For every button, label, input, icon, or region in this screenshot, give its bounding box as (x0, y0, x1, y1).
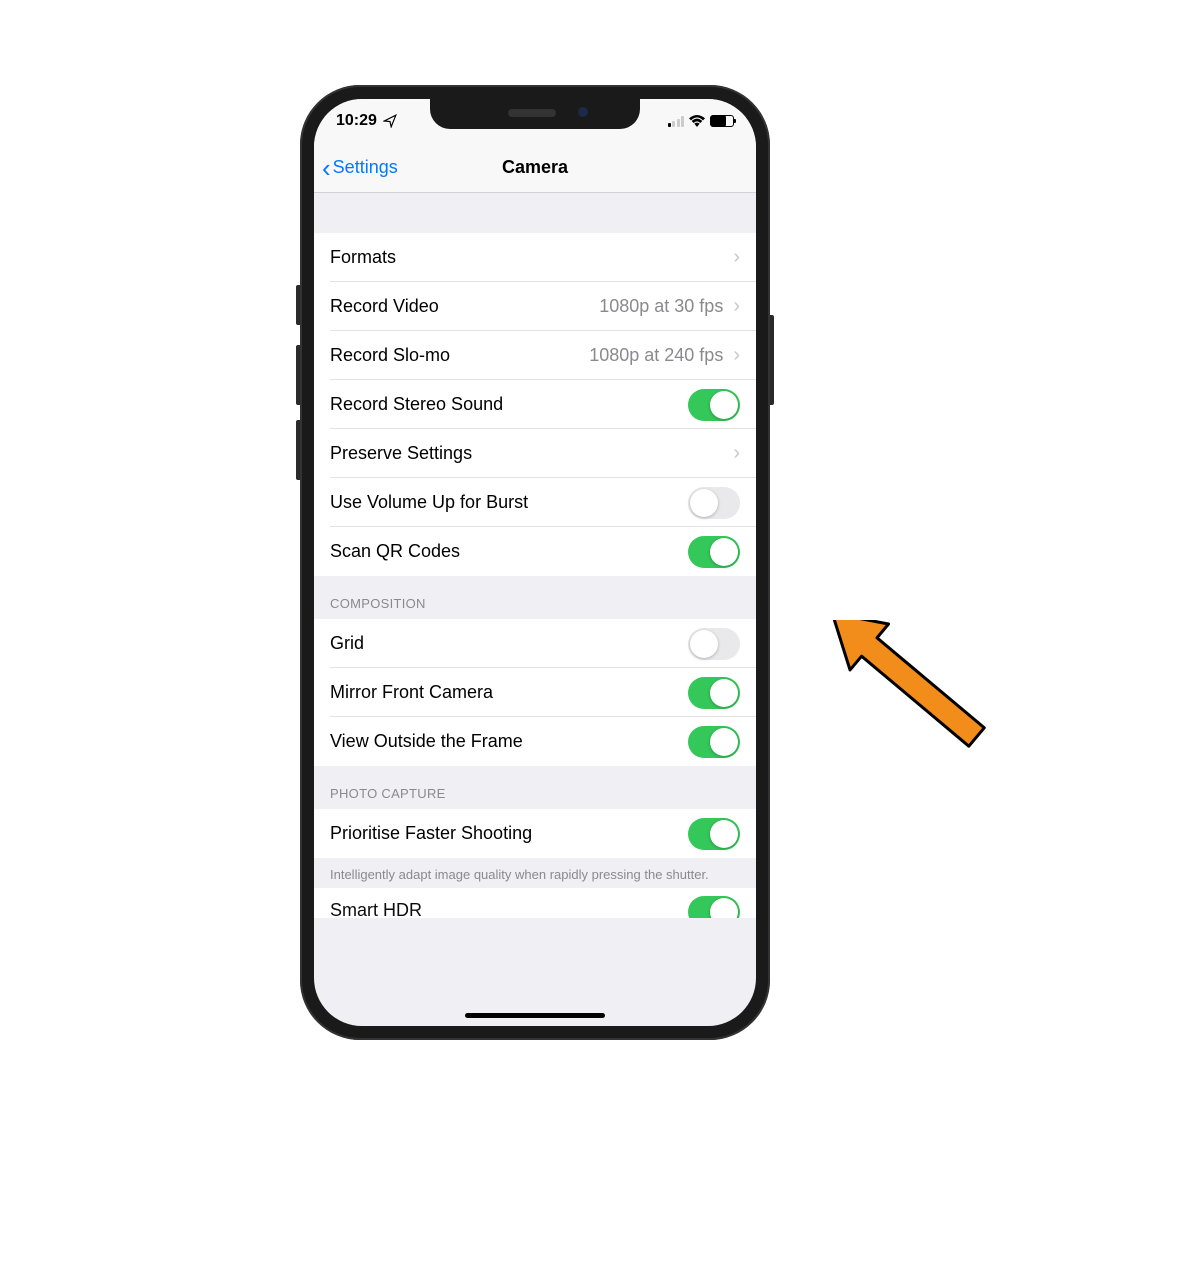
row-label: Prioritise Faster Shooting (330, 823, 688, 844)
chevron-right-icon: › (733, 442, 740, 465)
row-stereo-sound: Record Stereo Sound (314, 380, 756, 429)
toggle-volume-burst[interactable] (688, 487, 740, 519)
wifi-icon (689, 115, 705, 127)
row-label: Mirror Front Camera (330, 682, 688, 703)
toggle-scan-qr[interactable] (688, 536, 740, 568)
row-record-slomo[interactable]: Record Slo-mo 1080p at 240 fps › (314, 331, 756, 380)
row-label: View Outside the Frame (330, 731, 688, 752)
row-smart-hdr: Smart HDR (314, 888, 756, 918)
row-label: Formats (330, 247, 733, 268)
row-view-outside-frame: View Outside the Frame (314, 717, 756, 766)
row-grid: Grid (314, 619, 756, 668)
section-header-photo-capture: PHOTO CAPTURE (314, 766, 756, 809)
chevron-right-icon: › (733, 344, 740, 367)
toggle-grid[interactable] (688, 628, 740, 660)
phone-device-frame: 10:29 ‹ Settings Camera (300, 85, 770, 1040)
settings-content[interactable]: Formats › Record Video 1080p at 30 fps ›… (314, 193, 756, 1026)
device-screen: 10:29 ‹ Settings Camera (314, 99, 756, 1026)
row-volume-burst: Use Volume Up for Burst (314, 478, 756, 527)
chevron-left-icon: ‹ (322, 155, 331, 181)
row-mirror-front-camera: Mirror Front Camera (314, 668, 756, 717)
row-scan-qr: Scan QR Codes (314, 527, 756, 576)
location-icon (383, 114, 397, 128)
chevron-right-icon: › (733, 246, 740, 269)
row-label: Use Volume Up for Burst (330, 492, 688, 513)
row-value: 1080p at 30 fps (599, 296, 723, 317)
status-time: 10:29 (336, 112, 377, 130)
annotation-arrow-icon (790, 620, 1020, 760)
device-notch (430, 99, 640, 129)
row-label: Record Video (330, 296, 599, 317)
row-label: Scan QR Codes (330, 541, 688, 562)
row-prioritise-faster: Prioritise Faster Shooting (314, 809, 756, 858)
row-formats[interactable]: Formats › (314, 233, 756, 282)
row-preserve-settings[interactable]: Preserve Settings › (314, 429, 756, 478)
toggle-mirror-front-camera[interactable] (688, 677, 740, 709)
section-header-composition: COMPOSITION (314, 576, 756, 619)
cellular-icon (668, 116, 685, 127)
row-value: 1080p at 240 fps (589, 345, 723, 366)
back-button[interactable]: ‹ Settings (322, 155, 398, 181)
page-title: Camera (502, 157, 568, 178)
toggle-stereo-sound[interactable] (688, 389, 740, 421)
back-label: Settings (333, 157, 398, 178)
toggle-view-outside-frame[interactable] (688, 726, 740, 758)
chevron-right-icon: › (733, 295, 740, 318)
nav-bar: ‹ Settings Camera (314, 143, 756, 193)
row-label: Record Stereo Sound (330, 394, 688, 415)
battery-icon (710, 115, 734, 127)
row-label: Smart HDR (330, 900, 688, 918)
row-label: Grid (330, 633, 688, 654)
section-footer: Intelligently adapt image quality when r… (314, 858, 756, 888)
toggle-smart-hdr[interactable] (688, 896, 740, 918)
row-label: Preserve Settings (330, 443, 733, 464)
row-record-video[interactable]: Record Video 1080p at 30 fps › (314, 282, 756, 331)
home-indicator[interactable] (465, 1013, 605, 1018)
toggle-prioritise-faster[interactable] (688, 818, 740, 850)
row-label: Record Slo-mo (330, 345, 589, 366)
